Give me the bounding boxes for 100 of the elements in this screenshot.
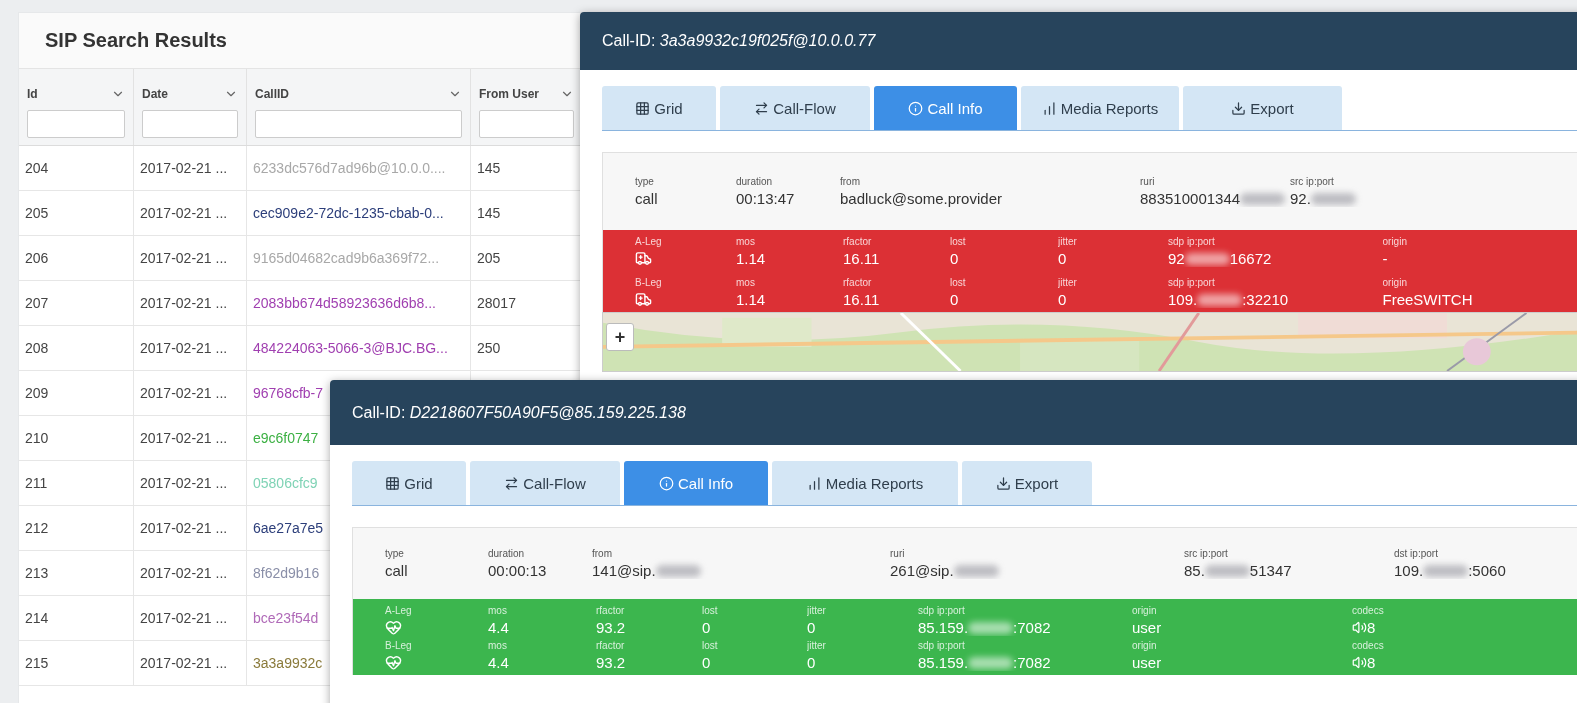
field-value: 0: [950, 291, 959, 308]
table-cell: 211: [25, 475, 48, 491]
field-label: src ip:port: [1184, 548, 1229, 559]
table-cell: 208: [25, 340, 49, 356]
field-value: :5060: [1468, 562, 1506, 579]
table-cell: 206: [25, 250, 49, 266]
column-header[interactable]: From User: [479, 87, 540, 101]
field-value: 1.14: [736, 291, 766, 308]
field-label: lost: [950, 277, 967, 288]
zoom-in-button[interactable]: +: [606, 323, 634, 351]
dialog-title: Call-ID: D2218607F50A90F5@85.159.225.138: [352, 403, 686, 422]
field-label: sdp ip:port: [918, 605, 966, 616]
field-value: 8: [1367, 619, 1376, 636]
field-label: mos: [736, 236, 756, 247]
field-value: 109.: [1394, 562, 1424, 579]
field-label: duration: [488, 548, 526, 559]
tab[interactable]: Call-Flow: [470, 461, 620, 505]
field-value: 16672: [1229, 250, 1272, 267]
field-value: 85.: [1184, 562, 1205, 579]
field-label: from: [840, 176, 861, 187]
field-value: 4.4: [488, 654, 509, 671]
field-value: 85.159.: [918, 654, 969, 671]
field-value: user: [1132, 619, 1162, 636]
table-cell: 204: [25, 160, 49, 176]
call-id-link[interactable]: 6ae27a7e5: [253, 520, 324, 536]
field-value: 00:00:13: [488, 562, 547, 579]
call-id-link[interactable]: bce23f54d: [253, 610, 319, 626]
field-value: 0: [1058, 291, 1067, 308]
column-header[interactable]: CallID: [255, 87, 289, 101]
field-label: jitter: [807, 605, 827, 616]
table-cell: 145: [477, 160, 501, 176]
field-label: lost: [702, 640, 719, 651]
field-label: rfactor: [843, 277, 873, 288]
field-value: 141@sip.: [592, 562, 656, 579]
table-cell: 209: [25, 385, 49, 401]
field-label: origin: [1132, 605, 1158, 616]
table-cell: 214: [25, 610, 49, 626]
field-value: 92.: [1290, 190, 1311, 207]
table-cell: 213: [25, 565, 49, 581]
table-cell: 2017-02-21 ...: [140, 520, 228, 536]
call-id-link[interactable]: 3a3a9932c: [253, 655, 323, 671]
table-cell: 145: [477, 205, 501, 221]
field-label: jitter: [1058, 236, 1078, 247]
field-value: 92: [1168, 250, 1185, 267]
dialog-title: Call-ID: 3a3a9932c19f025f@10.0.0.77: [602, 32, 876, 50]
table-cell: 207: [25, 295, 49, 311]
call-id-link[interactable]: 96768cfb-7: [253, 385, 324, 401]
table-cell: 215: [25, 655, 49, 671]
tab[interactable]: Grid: [602, 86, 716, 130]
table-cell: 212: [25, 520, 49, 536]
field-label: codecs: [1352, 640, 1385, 651]
field-label: rfactor: [596, 640, 626, 651]
field-value: 0: [950, 250, 959, 267]
field-label: mos: [488, 640, 508, 651]
table-cell: 2017-02-21 ...: [140, 340, 228, 356]
field-value: 1.14: [736, 250, 766, 267]
field-value: 0: [702, 654, 711, 671]
field-label: codecs: [1352, 605, 1385, 616]
field-label: dst ip:port: [1394, 548, 1439, 559]
table-cell: 2017-02-21 ...: [140, 475, 228, 491]
field-label: ruri: [890, 548, 906, 559]
call-id-link[interactable]: 484224063-5066-3@BJC.BG...: [253, 340, 448, 356]
field-label: sdp ip:port: [1168, 236, 1216, 247]
table-cell: 205: [25, 205, 49, 221]
field-label: mos: [736, 277, 756, 288]
field-label: sdp ip:port: [1168, 277, 1216, 288]
field-label: jitter: [1058, 277, 1078, 288]
field-value: 0: [807, 654, 816, 671]
tab[interactable]: Export: [1183, 86, 1342, 130]
field-label: origin: [1132, 640, 1158, 651]
table-cell: 2017-02-21 ...: [140, 610, 228, 626]
table-cell: 2017-02-21 ...: [140, 250, 228, 266]
field-label: type: [385, 548, 405, 559]
column-header[interactable]: Date: [142, 87, 168, 101]
tab[interactable]: Media Reports: [1021, 86, 1179, 130]
field-label: lost: [702, 605, 719, 616]
tab[interactable]: Media Reports: [772, 461, 958, 505]
leg-label: B-Leg: [385, 640, 413, 651]
tab[interactable]: Grid: [352, 461, 466, 505]
field-value: 0: [702, 619, 711, 636]
field-value: 0: [1058, 250, 1067, 267]
field-label: type: [635, 176, 655, 187]
field-value: 93.2: [596, 654, 626, 671]
field-value: :7082: [1013, 619, 1051, 636]
call-id-link[interactable]: 2083bb674d58923636d6b8...: [253, 295, 436, 311]
field-label: ruri: [1140, 176, 1156, 187]
tab[interactable]: Export: [962, 461, 1092, 505]
table-cell: 2017-02-21 ...: [140, 205, 228, 221]
tab[interactable]: Call-Flow: [720, 86, 870, 130]
call-id-link[interactable]: cec909e2-72dc-1235-cbab-0...: [253, 205, 444, 221]
table-cell: 250: [477, 340, 501, 356]
field-value: badluck@some.provider: [840, 190, 1002, 207]
column-header[interactable]: Id: [27, 87, 38, 101]
field-label: lost: [950, 236, 967, 247]
field-value: 8: [1367, 654, 1376, 671]
field-value: :7082: [1013, 654, 1051, 671]
field-value: user: [1132, 654, 1162, 671]
field-value: 51347: [1249, 562, 1292, 579]
field-value: 261@sip.: [890, 562, 954, 579]
field-label: origin: [1382, 236, 1408, 247]
